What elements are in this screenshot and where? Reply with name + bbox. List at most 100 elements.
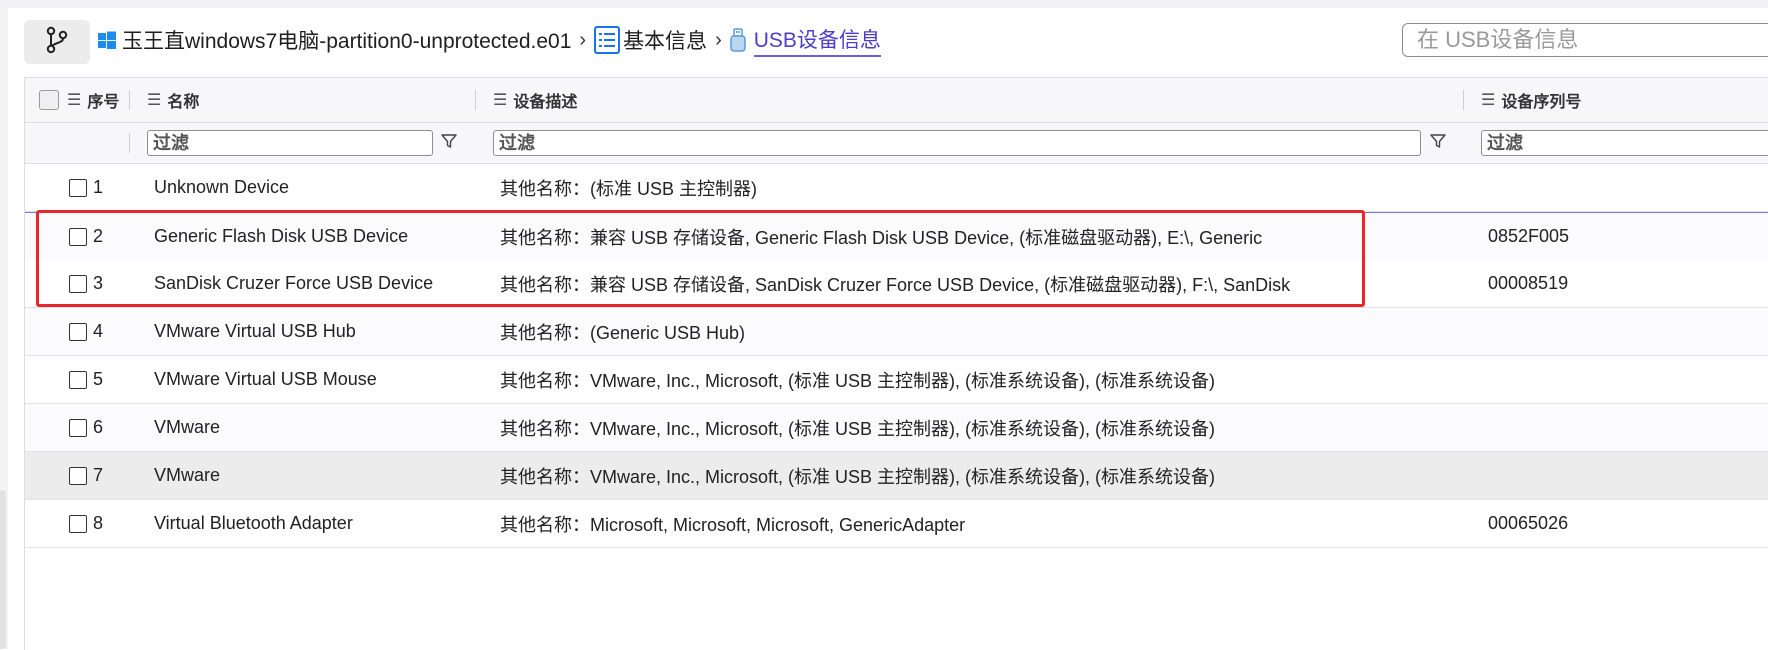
row-serial bbox=[1488, 452, 1768, 499]
checkbox-box bbox=[69, 227, 87, 246]
column-header-description[interactable]: ☰ 设备描述 bbox=[493, 78, 577, 122]
row-checkbox[interactable]: 6 bbox=[69, 404, 103, 451]
left-panel-grip[interactable] bbox=[0, 490, 6, 649]
breadcrumb-item-basic-info[interactable]: 基本信息 bbox=[594, 25, 707, 55]
table-row[interactable]: 5 VMware Virtual USB Mouse 其他名称：VMware, … bbox=[25, 356, 1768, 404]
checkbox-box bbox=[69, 178, 87, 197]
checkbox-box bbox=[69, 466, 87, 485]
row-checkbox[interactable]: 8 bbox=[69, 500, 103, 547]
row-index: 5 bbox=[93, 369, 104, 389]
table-row[interactable]: 3 SanDisk Cruzer Force USB Device 其他名称：兼… bbox=[25, 260, 1768, 308]
table-row[interactable]: 1 Unknown Device 其他名称：(标准 USB 主控制器) bbox=[25, 164, 1768, 212]
checkbox-box bbox=[69, 322, 87, 341]
row-description: 其他名称：VMware, Inc., Microsoft, (标准 USB 主控… bbox=[500, 418, 1216, 439]
row-description: 其他名称：Microsoft, Microsoft, Microsoft, Ge… bbox=[500, 514, 966, 535]
row-index: 4 bbox=[93, 321, 104, 341]
row-name: Virtual Bluetooth Adapter bbox=[154, 513, 353, 533]
filter-input-name[interactable]: 过滤 bbox=[147, 130, 433, 156]
row-description: 其他名称：兼容 USB 存储设备, Generic Flash Disk USB… bbox=[500, 227, 1263, 248]
filter-button-description[interactable] bbox=[1425, 130, 1451, 156]
row-name: VMware bbox=[154, 417, 221, 437]
breadcrumb-label: USB设备信息 bbox=[753, 24, 881, 57]
column-divider[interactable] bbox=[1463, 90, 1464, 110]
breadcrumb-bar: 玉王直windows7电脑-partition0-unprotected.e01… bbox=[24, 14, 1768, 66]
row-description: 其他名称：(Generic USB Hub) bbox=[500, 322, 746, 343]
row-checkbox[interactable]: 4 bbox=[69, 308, 103, 355]
row-description: 其他名称：(标准 USB 主控制器) bbox=[500, 178, 757, 199]
row-checkbox[interactable]: 5 bbox=[69, 356, 103, 403]
checkbox-box bbox=[69, 274, 87, 293]
breadcrumb-separator: › bbox=[715, 28, 722, 51]
row-index: 3 bbox=[93, 273, 104, 293]
row-description: 其他名称：VMware, Inc., Microsoft, (标准 USB 主控… bbox=[500, 370, 1216, 391]
table-row[interactable]: 2 Generic Flash Disk USB Device 其他名称：兼容 … bbox=[25, 212, 1768, 261]
row-checkbox[interactable]: 3 bbox=[69, 260, 103, 307]
checkbox-box bbox=[69, 370, 87, 389]
breadcrumb-label: 基本信息 bbox=[623, 30, 708, 53]
column-divider[interactable] bbox=[475, 90, 476, 110]
row-checkbox[interactable]: 1 bbox=[69, 164, 103, 211]
row-name: Unknown Device bbox=[154, 177, 290, 197]
column-header-label: 序号 bbox=[87, 94, 120, 111]
column-divider[interactable] bbox=[129, 90, 130, 110]
breadcrumb-separator: › bbox=[579, 28, 587, 51]
checkbox-box bbox=[69, 514, 87, 533]
usb-device-table: ☰ 序号 ☰ 名称 ☰ 设备描述 ☰ 设备序列号 过滤 过滤 过滤 1 Unkn… bbox=[24, 77, 1768, 650]
windows-icon bbox=[98, 31, 116, 49]
filter-row: 过滤 过滤 过滤 bbox=[25, 123, 1768, 164]
table-row[interactable]: 6 VMware 其他名称：VMware, Inc., Microsoft, (… bbox=[25, 404, 1768, 452]
row-checkbox[interactable]: 2 bbox=[69, 213, 103, 260]
row-description: 其他名称：VMware, Inc., Microsoft, (标准 USB 主控… bbox=[500, 466, 1216, 487]
row-index: 7 bbox=[93, 465, 104, 485]
row-index: 1 bbox=[93, 177, 104, 197]
filter-input-serial[interactable]: 过滤 bbox=[1481, 130, 1768, 156]
filter-input-description[interactable]: 过滤 bbox=[493, 130, 1421, 156]
row-name: VMware Virtual USB Mouse bbox=[154, 369, 377, 389]
row-index: 2 bbox=[93, 226, 104, 246]
top-strip bbox=[0, 0, 1768, 8]
column-divider bbox=[129, 133, 130, 153]
column-header-name[interactable]: ☰ 名称 bbox=[147, 78, 199, 122]
row-serial bbox=[1488, 164, 1768, 211]
column-header-label: 设备序列号 bbox=[1501, 94, 1582, 111]
row-index: 6 bbox=[93, 417, 104, 437]
breadcrumb-item-image[interactable]: 玉王直windows7电脑-partition0-unprotected.e01 bbox=[98, 25, 571, 55]
column-header-label: 名称 bbox=[167, 94, 200, 111]
row-description: 其他名称：兼容 USB 存储设备, SanDisk Cruzer Force U… bbox=[500, 274, 1291, 295]
row-serial bbox=[1488, 404, 1768, 451]
table-header: ☰ 序号 ☰ 名称 ☰ 设备描述 ☰ 设备序列号 bbox=[25, 78, 1768, 123]
column-menu-icon: ☰ bbox=[147, 92, 162, 109]
filter-button-name[interactable] bbox=[436, 130, 462, 156]
column-menu-icon: ☰ bbox=[493, 92, 508, 109]
row-checkbox[interactable]: 7 bbox=[69, 452, 103, 499]
table-row[interactable]: 7 VMware 其他名称：VMware, Inc., Microsoft, (… bbox=[25, 452, 1768, 500]
row-index: 8 bbox=[93, 513, 104, 533]
column-menu-icon: ☰ bbox=[1481, 92, 1496, 109]
search-input[interactable]: 在 USB设备信息 bbox=[1402, 23, 1768, 57]
row-serial: 00065026 bbox=[1488, 513, 1569, 533]
row-serial: 0852F005 bbox=[1488, 226, 1570, 246]
row-name: Generic Flash Disk USB Device bbox=[154, 226, 409, 246]
branch-icon bbox=[44, 26, 70, 59]
select-all-checkbox[interactable] bbox=[39, 78, 59, 122]
column-menu-icon: ☰ bbox=[67, 92, 82, 109]
row-name: VMware bbox=[154, 465, 221, 485]
column-header-index[interactable]: ☰ 序号 bbox=[67, 78, 119, 122]
column-header-serial[interactable]: ☰ 设备序列号 bbox=[1481, 78, 1768, 122]
row-serial bbox=[1488, 356, 1768, 403]
row-serial: 00008519 bbox=[1488, 273, 1569, 293]
list-icon bbox=[594, 26, 621, 54]
column-header-label: 设备描述 bbox=[513, 94, 578, 111]
checkbox-box bbox=[69, 418, 87, 437]
table-row[interactable]: 8 Virtual Bluetooth Adapter 其他名称：Microso… bbox=[25, 500, 1768, 548]
filter-icon bbox=[440, 132, 458, 155]
table-row[interactable]: 4 VMware Virtual USB Hub 其他名称：(Generic U… bbox=[25, 308, 1768, 356]
row-name: SanDisk Cruzer Force USB Device bbox=[154, 273, 434, 293]
breadcrumb-item-usb-info[interactable]: USB设备信息 bbox=[729, 24, 881, 57]
breadcrumb: 玉王直windows7电脑-partition0-unprotected.e01… bbox=[98, 20, 881, 60]
row-name: VMware Virtual USB Hub bbox=[154, 321, 356, 341]
branch-button[interactable] bbox=[24, 20, 90, 64]
checkbox-box bbox=[39, 90, 59, 110]
filter-icon bbox=[1429, 132, 1447, 155]
row-serial bbox=[1488, 308, 1768, 355]
